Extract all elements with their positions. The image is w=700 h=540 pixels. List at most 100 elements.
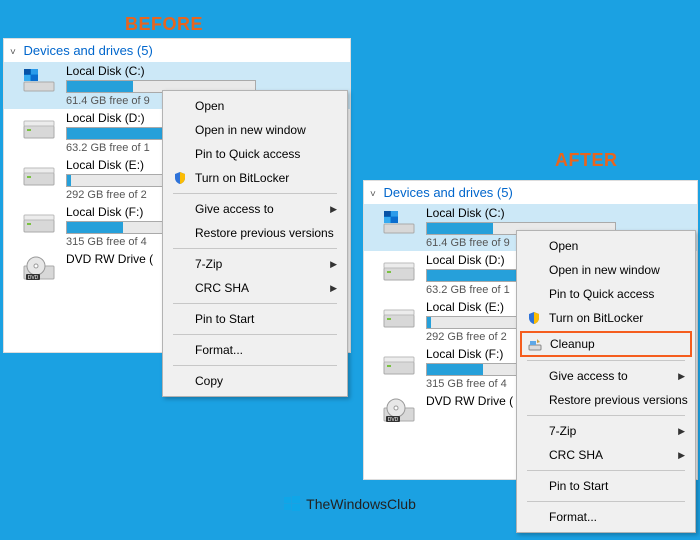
chevron-right-icon: ▶	[330, 283, 337, 294]
menu-item-give-access-to[interactable]: Give access to▶	[519, 364, 693, 388]
menu-item-pin-to-quick-access[interactable]: Pin to Quick access	[519, 282, 693, 306]
menu-item-pin-to-quick-access[interactable]: Pin to Quick access	[165, 142, 345, 166]
menu-icon-slot	[525, 423, 543, 439]
menu-icon-slot	[171, 342, 189, 358]
chevron-right-icon: ▶	[330, 259, 337, 270]
menu-item-open-in-new-window[interactable]: Open in new window	[519, 258, 693, 282]
menu-item-label: Format...	[195, 343, 243, 357]
footer-text: TheWindowsClub	[306, 496, 416, 512]
shield-icon	[525, 310, 543, 326]
menu-item-turn-on-bitlocker[interactable]: Turn on BitLocker	[519, 306, 693, 330]
menu-icon-slot	[525, 478, 543, 494]
menu-item-label: CRC SHA	[549, 448, 603, 462]
menu-item-label: Pin to Quick access	[195, 147, 300, 161]
devices-header[interactable]: ˅ Devices and drives (5)	[4, 39, 350, 62]
drive-icon: DVD	[22, 254, 56, 282]
menu-icon-slot	[171, 98, 189, 114]
menu-item-label: Turn on BitLocker	[195, 171, 289, 185]
drive-icon	[22, 66, 56, 94]
drive-icon	[382, 349, 416, 377]
menu-item-give-access-to[interactable]: Give access to▶	[165, 197, 345, 221]
drive-icon	[382, 208, 416, 236]
menu-item-label: Pin to Start	[195, 312, 254, 326]
menu-item-crc-sha[interactable]: CRC SHA ▶	[519, 443, 693, 467]
shield-icon	[171, 170, 189, 186]
menu-item-crc-sha[interactable]: CRC SHA ▶	[165, 276, 345, 300]
menu-separator	[173, 365, 337, 366]
devices-header-text: Devices and drives (5)	[23, 43, 152, 58]
after-label: AFTER	[555, 150, 618, 171]
svg-text:DVD: DVD	[28, 275, 39, 281]
menu-item-label: Pin to Quick access	[549, 287, 654, 301]
menu-item-label: 7-Zip	[195, 257, 222, 271]
menu-separator	[527, 360, 685, 361]
menu-item-label: Give access to	[549, 369, 628, 383]
menu-icon-slot	[171, 280, 189, 296]
menu-separator	[527, 501, 685, 502]
menu-item-open-in-new-window[interactable]: Open in new window	[165, 118, 345, 142]
menu-item-label: Restore previous versions	[549, 393, 688, 407]
menu-icon-slot	[525, 392, 543, 408]
capacity-fill	[427, 364, 483, 375]
drive-name: Local Disk (C:)	[426, 206, 691, 220]
menu-item-copy[interactable]: Copy	[165, 369, 345, 393]
devices-header-text: Devices and drives (5)	[383, 185, 512, 200]
menu-item-format[interactable]: Format...	[519, 505, 693, 529]
menu-item-open[interactable]: Open	[519, 234, 693, 258]
menu-item-restore-previous-versions[interactable]: Restore previous versions	[165, 221, 345, 245]
menu-separator	[173, 248, 337, 249]
menu-item-label: Open in new window	[195, 123, 306, 137]
svg-text:DVD: DVD	[388, 417, 399, 423]
windows-flag-icon	[284, 496, 300, 515]
menu-item-pin-to-start[interactable]: Pin to Start	[519, 474, 693, 498]
menu-item-cleanup[interactable]: Cleanup	[520, 331, 692, 357]
menu-separator	[527, 415, 685, 416]
menu-icon-slot	[525, 447, 543, 463]
drive-icon	[22, 113, 56, 141]
menu-item-label: Restore previous versions	[195, 226, 334, 240]
drive-name: Local Disk (C:)	[66, 64, 344, 78]
menu-icon-slot	[171, 122, 189, 138]
before-label: BEFORE	[125, 14, 203, 35]
menu-item-label: Open in new window	[549, 263, 660, 277]
chevron-right-icon: ▶	[678, 450, 685, 461]
menu-item-7-zip[interactable]: 7-Zip ▶	[165, 252, 345, 276]
chevron-right-icon: ▶	[330, 204, 337, 215]
menu-item-format[interactable]: Format...	[165, 338, 345, 362]
menu-item-turn-on-bitlocker[interactable]: Turn on BitLocker	[165, 166, 345, 190]
menu-item-label: CRC SHA	[195, 281, 249, 295]
menu-separator	[173, 303, 337, 304]
menu-item-pin-to-start[interactable]: Pin to Start	[165, 307, 345, 331]
menu-item-label: Open	[195, 99, 224, 113]
menu-item-open[interactable]: Open	[165, 94, 345, 118]
capacity-fill	[67, 81, 133, 92]
menu-icon-slot	[525, 368, 543, 384]
menu-item-label: Cleanup	[550, 337, 595, 351]
chevron-down-icon: ˅	[10, 47, 16, 58]
menu-icon-slot	[525, 286, 543, 302]
menu-separator	[173, 334, 337, 335]
drive-icon	[382, 255, 416, 283]
drive-icon	[382, 302, 416, 330]
drive-icon	[22, 207, 56, 235]
menu-icon-slot	[171, 373, 189, 389]
drive-icon: DVD	[382, 396, 416, 424]
menu-icon-slot	[171, 311, 189, 327]
devices-header[interactable]: ˅ Devices and drives (5)	[364, 181, 697, 204]
menu-separator	[527, 470, 685, 471]
menu-icon-slot	[525, 238, 543, 254]
menu-item-label: Turn on BitLocker	[549, 311, 643, 325]
menu-item-restore-previous-versions[interactable]: Restore previous versions	[519, 388, 693, 412]
menu-item-label: Pin to Start	[549, 479, 608, 493]
menu-item-7-zip[interactable]: 7-Zip▶	[519, 419, 693, 443]
menu-icon-slot	[525, 509, 543, 525]
context-menu-before: Open Open in new window Pin to Quick acces…	[162, 90, 348, 397]
capacity-fill	[427, 223, 493, 234]
menu-icon-slot	[171, 146, 189, 162]
menu-item-label: Open	[549, 239, 578, 253]
context-menu-after: Open Open in new window Pin to Quick acces…	[516, 230, 696, 533]
capacity-fill	[67, 222, 123, 233]
cleanup-icon	[526, 336, 544, 352]
menu-item-label: Format...	[549, 510, 597, 524]
menu-separator	[173, 193, 337, 194]
